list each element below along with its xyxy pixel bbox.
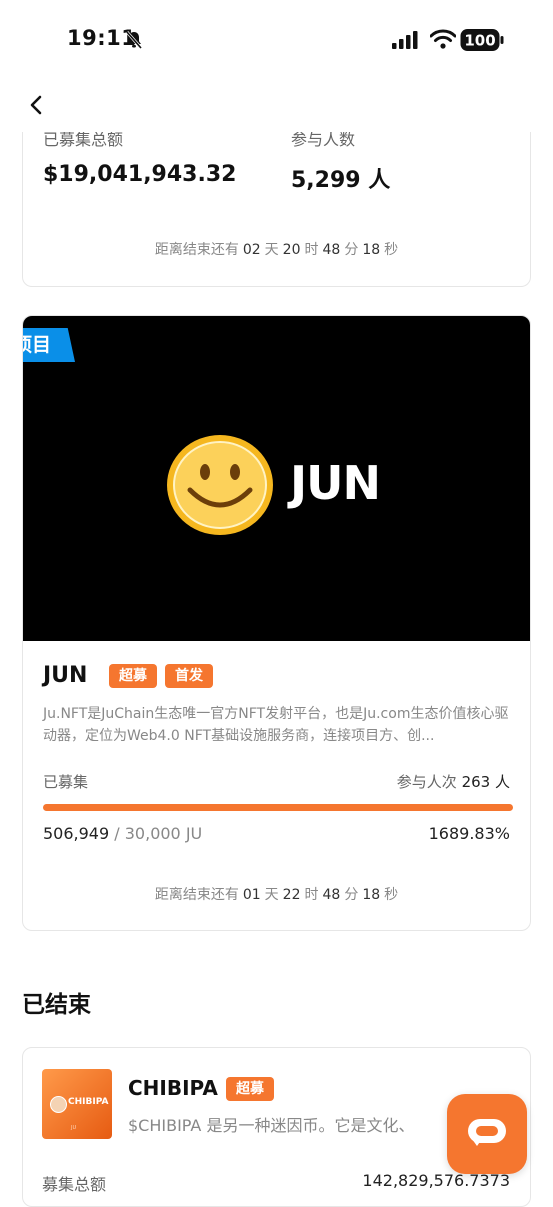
avatar <box>50 1096 67 1113</box>
banner-title: JUN <box>290 456 381 510</box>
summary-card: 已募集总额 参与人数 $19,041,943.32 5,299 人 距离结束还有… <box>22 110 531 287</box>
wifi-icon <box>430 29 456 49</box>
project-countdown: 距离结束还有 01 天 22 时 48 分 18 秒 <box>154 887 399 903</box>
smiley-icon <box>167 435 273 535</box>
tag-first-launch: 首发 <box>165 664 213 688</box>
project-thumbnail: CHIBIPA JU <box>42 1069 112 1139</box>
tag-oversubscribed: 超募 <box>226 1077 274 1101</box>
project-name: JUN <box>43 663 88 688</box>
section-title-ended: 已结束 <box>22 992 91 1018</box>
thumbnail-title: CHIBIPA <box>68 1097 109 1107</box>
ended-total-label: 募集总额 <box>42 1175 107 1194</box>
tag-oversubscribed: 超募 <box>109 664 157 688</box>
project-banner: 项目 JUN <box>23 316 530 641</box>
signal-icon <box>392 31 418 49</box>
chat-button[interactable] <box>447 1094 527 1174</box>
back-button[interactable] <box>22 90 50 120</box>
status-bar: 19:11 100 <box>0 0 553 80</box>
total-raised-value: $19,041,943.32 <box>43 162 237 187</box>
battery-icon: 100 <box>460 29 504 51</box>
countdown: 距离结束还有 02 天 20 时 48 分 18 秒 <box>154 242 399 258</box>
bell-muted-icon <box>125 31 143 49</box>
project-description: Ju.NFT是JuChain生态唯一官方NFT发射平台，也是Ju.com生态价值… <box>43 706 509 744</box>
battery-level: 100 <box>464 32 495 50</box>
participants-value: 5,299 人 <box>291 168 391 193</box>
thumbnail-sub: JU <box>71 1125 77 1131</box>
project-card[interactable]: 项目 JUN JUN 超募 首发 Ju.NFT是JuChain生态唯一官方NFT… <box>22 315 531 931</box>
ended-project-name: CHIBIPA <box>128 1076 218 1100</box>
raised-amount: 506,949 / 30,000 JU <box>43 824 203 843</box>
project-ribbon: 项目 <box>23 328 75 362</box>
raised-label: 已募集 <box>43 773 89 791</box>
progress-bar <box>43 804 513 811</box>
participants-count: 参与人次 263 人 <box>396 773 510 791</box>
header-mask <box>0 80 553 132</box>
raised-percent: 1689.83% <box>428 824 510 843</box>
